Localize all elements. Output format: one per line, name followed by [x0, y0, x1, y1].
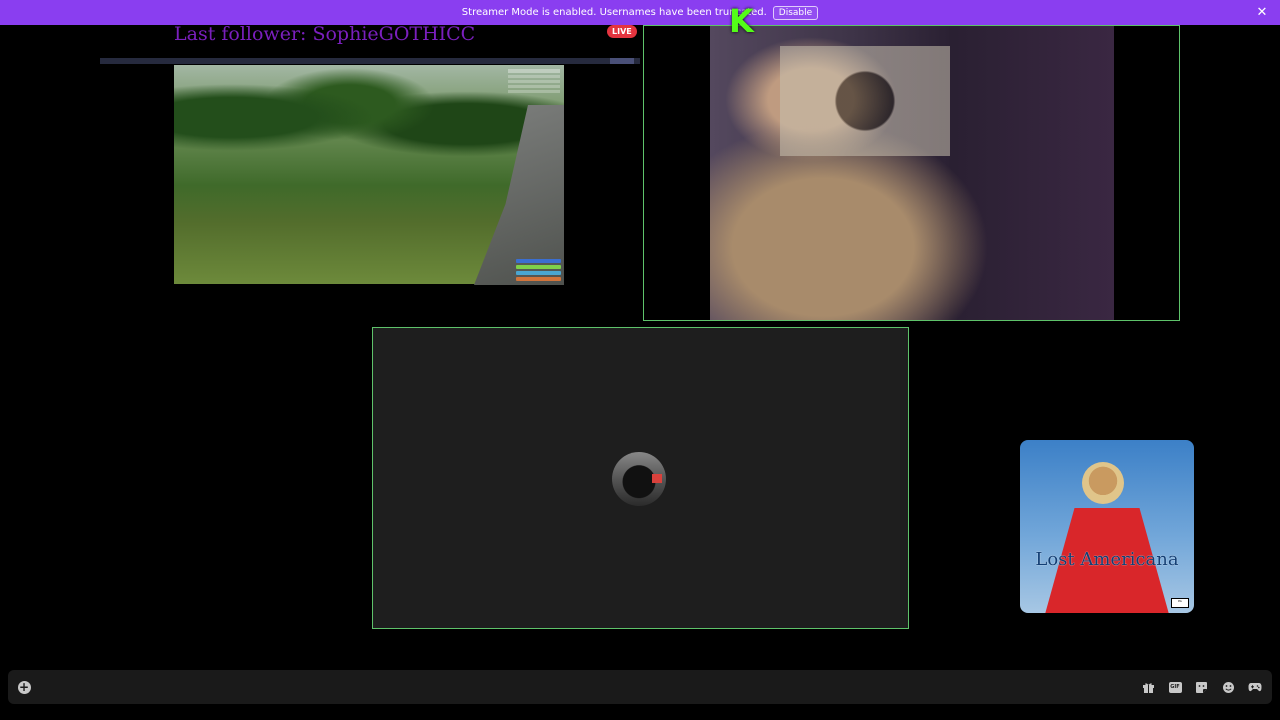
voice-channel-view: Streamer Mode is enabled. Usernames have…	[0, 0, 1280, 720]
kick-logo-icon: K	[729, 2, 754, 40]
emoji-icon[interactable]	[1219, 678, 1237, 696]
album-art: Lost Americana PA	[1020, 440, 1194, 613]
plus-circle-icon[interactable]: +	[15, 678, 33, 696]
streamer-mode-banner: Streamer Mode is enabled. Usernames have…	[0, 0, 1280, 25]
game-scenery	[174, 65, 564, 197]
live-badge: LIVE	[607, 25, 637, 38]
webcam-video	[710, 26, 1114, 320]
game-hud	[516, 257, 561, 281]
gamepad-icon[interactable]	[1246, 678, 1264, 696]
parental-advisory-icon: PA	[1171, 598, 1189, 608]
game-video	[174, 65, 564, 285]
album-head-figure	[1082, 462, 1124, 504]
browser-toolbar	[100, 58, 640, 64]
gif-icon[interactable]: GIF	[1166, 678, 1184, 696]
sticker-icon[interactable]	[1192, 678, 1210, 696]
avatar-accent	[652, 474, 662, 483]
screenshare-tile[interactable]: Last follower: SophieGOTHICC LIVE	[100, 25, 640, 290]
avatar	[612, 452, 666, 506]
disable-streamer-mode-button[interactable]: Disable	[772, 5, 819, 20]
album-title: Lost Americana	[1035, 549, 1179, 570]
message-bar: + GIF	[8, 670, 1272, 704]
participant-tile[interactable]	[372, 327, 909, 629]
streamer-mode-message: Streamer Mode is enabled. Usernames have…	[461, 7, 767, 18]
webcam-background-tapestry	[780, 46, 950, 156]
close-icon[interactable]: ✕	[1254, 4, 1270, 20]
browser-toolbar-button	[610, 58, 634, 64]
gift-icon[interactable]	[1139, 678, 1157, 696]
webcam-tile[interactable]	[643, 25, 1180, 321]
game-scoreboard	[508, 69, 560, 93]
last-follower-overlay: Last follower: SophieGOTHICC	[174, 25, 476, 45]
